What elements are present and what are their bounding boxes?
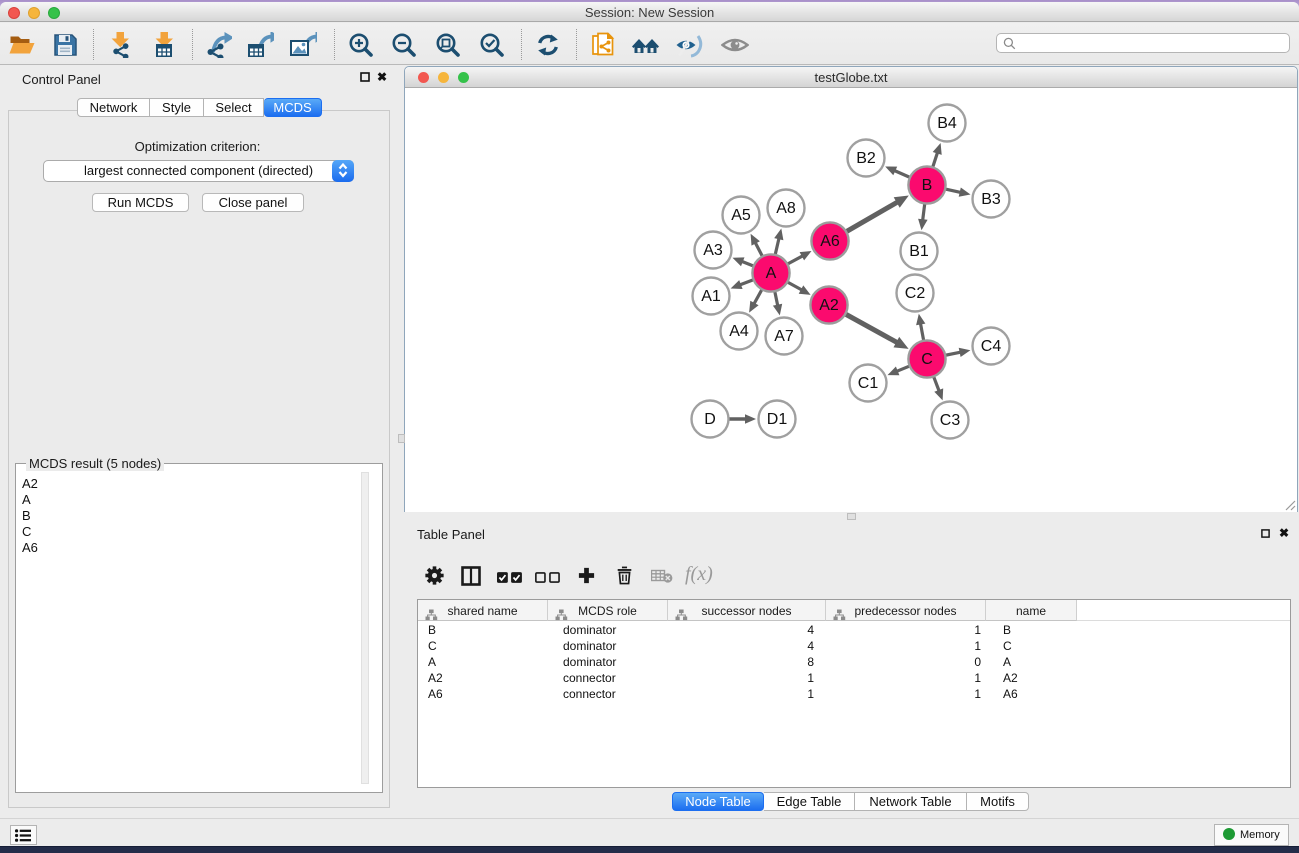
svg-text:A1: A1 <box>701 288 721 305</box>
svg-text:A: A <box>766 265 777 282</box>
svg-text:B2: B2 <box>856 150 876 167</box>
svg-text:A6: A6 <box>820 233 840 250</box>
svg-text:A5: A5 <box>731 207 751 224</box>
svg-text:C2: C2 <box>905 285 926 302</box>
svg-text:C4: C4 <box>981 338 1002 355</box>
svg-text:A2: A2 <box>819 297 839 314</box>
svg-text:D1: D1 <box>767 411 788 428</box>
svg-text:A3: A3 <box>703 242 723 259</box>
svg-text:A7: A7 <box>774 328 794 345</box>
svg-text:C: C <box>921 351 933 368</box>
svg-text:B: B <box>922 177 933 194</box>
svg-text:A4: A4 <box>729 323 749 340</box>
svg-text:C3: C3 <box>940 412 961 429</box>
svg-text:B3: B3 <box>981 191 1001 208</box>
svg-text:B4: B4 <box>937 115 957 132</box>
svg-text:C1: C1 <box>858 375 879 392</box>
svg-text:B1: B1 <box>909 243 929 260</box>
svg-text:D: D <box>704 411 716 428</box>
svg-text:A8: A8 <box>776 200 796 217</box>
